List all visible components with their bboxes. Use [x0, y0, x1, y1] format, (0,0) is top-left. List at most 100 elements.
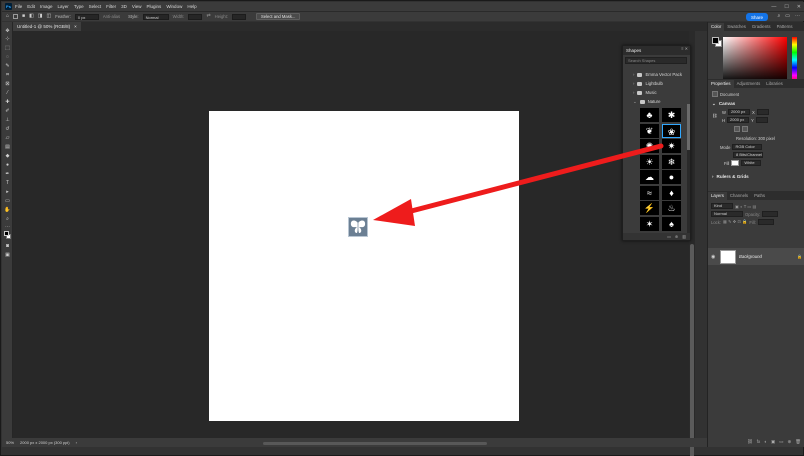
bit-depth-select[interactable]: 8 Bits/Channel [733, 152, 763, 158]
document-canvas[interactable] [209, 111, 519, 421]
fx-icon[interactable]: fx [757, 439, 761, 444]
history-brush-tool-icon[interactable]: ↺ [4, 126, 11, 132]
width-input[interactable] [188, 13, 203, 20]
color-picker-field[interactable] [723, 37, 787, 83]
link-layers-icon[interactable]: ⛓ [747, 439, 753, 445]
menu-3d[interactable]: 3D [121, 4, 127, 9]
rulers-grids-section-header[interactable]: › Rulers & Grids [712, 174, 749, 179]
panel-menu-icon[interactable]: ≡ ✕ [681, 46, 688, 51]
menu-view[interactable]: View [132, 4, 142, 9]
starburst-icon[interactable]: ✷ [662, 139, 681, 153]
menu-type[interactable]: Type [74, 4, 84, 9]
tree-icon[interactable]: ♣ [640, 108, 659, 122]
zoom-level[interactable]: 50% [6, 440, 14, 445]
crop-tool-icon[interactable]: ⌗ [4, 72, 11, 78]
shape-tool-icon[interactable]: ▭ [4, 198, 11, 204]
canvas-height-input[interactable]: 2000 px [727, 117, 750, 123]
lasso-tool-icon[interactable]: ◌ [4, 54, 11, 60]
tab-channels[interactable]: Channels [727, 192, 751, 200]
antialias-checkbox[interactable]: Anti-alias [103, 14, 120, 19]
frame-tool-icon[interactable]: ⊠ [4, 81, 11, 87]
canvas-width-input[interactable]: 2000 px [727, 109, 750, 115]
burst-icon[interactable]: ✺ [640, 139, 659, 153]
quick-mask-icon[interactable]: ◙ [4, 243, 11, 249]
style-select[interactable]: Normal [142, 13, 169, 20]
mode-select[interactable]: RGB Color [732, 144, 763, 150]
folder-nature[interactable]: ⌄ Nature [633, 98, 661, 105]
tab-adjustments[interactable]: Adjustments [734, 80, 764, 88]
gradient-tool-icon[interactable]: ▤ [4, 144, 11, 150]
shapes-panel-header[interactable]: Shapes ≡ ✕ [623, 46, 690, 55]
folder-music[interactable]: › Music [633, 89, 657, 96]
quick-select-tool-icon[interactable]: ✎ [4, 63, 11, 69]
select-and-mask-button[interactable]: Select and Mask... [255, 13, 301, 20]
brush-tool-icon[interactable]: ✐ [4, 108, 11, 114]
zoom-tool-icon[interactable]: ⌕ [4, 216, 11, 222]
subtract-selection-icon[interactable]: ◨ [38, 14, 43, 19]
healing-brush-tool-icon[interactable]: ✚ [4, 99, 11, 105]
landscape-icon[interactable] [742, 126, 748, 132]
share-button[interactable]: Share [746, 13, 768, 21]
menu-filter[interactable]: Filter [106, 4, 116, 9]
delete-shape-icon[interactable]: ▥ [682, 234, 686, 239]
clone-stamp-tool-icon[interactable]: ⊥ [4, 117, 11, 123]
butterfly-icon[interactable]: ❀ [662, 123, 681, 138]
marquee-tool-icon[interactable]: ⬚ [4, 45, 11, 51]
dodge-tool-icon[interactable]: ● [4, 162, 11, 168]
splash-icon[interactable]: ✶ [640, 216, 659, 231]
opacity-input[interactable] [762, 211, 779, 217]
vertical-scroll-thumb[interactable] [690, 244, 694, 456]
eye-icon[interactable]: ◉ [711, 254, 717, 260]
close-window-icon[interactable]: ✕ [797, 4, 801, 10]
canvas-section-header[interactable]: ⌄ Canvas [712, 101, 735, 107]
tab-libraries[interactable]: Libraries [763, 80, 785, 88]
waves-icon[interactable]: ≈ [640, 185, 659, 200]
new-group-icon[interactable]: ▭ [779, 439, 783, 445]
workspace-icon[interactable]: ▭ [785, 13, 790, 19]
grass-icon[interactable]: ✱ [662, 108, 681, 122]
filter-icons[interactable]: ▣ ◐ T ▭ ▤ [735, 204, 756, 209]
butterfly-shape-thumbnail[interactable] [348, 217, 368, 237]
new-layer-icon[interactable]: ⊕ [788, 439, 792, 445]
tab-layers[interactable]: Layers [708, 192, 727, 200]
new-selection-icon[interactable]: ■ [22, 14, 25, 19]
path-selection-tool-icon[interactable]: ▸ [4, 189, 11, 195]
tab-properties[interactable]: Properties [708, 80, 734, 88]
shapes-search-input[interactable]: Search Shapes [625, 57, 687, 64]
minimize-icon[interactable]: — [771, 4, 776, 10]
home-icon[interactable]: ⌂ [6, 14, 9, 19]
menu-edit[interactable]: Edit [27, 4, 35, 9]
screen-mode-icon[interactable]: ▣ [4, 252, 11, 258]
folder-emma-vector-pack[interactable]: › Emma Vector Pack [633, 71, 682, 78]
height-input[interactable] [231, 13, 246, 20]
fill-select[interactable]: White [741, 160, 762, 166]
tree2-icon[interactable]: ♠ [662, 216, 681, 231]
fill-pct-input[interactable] [757, 219, 774, 225]
fire-icon[interactable]: ♨ [662, 201, 681, 215]
search-icon[interactable]: ⌕ [777, 13, 780, 19]
tab-paths[interactable]: Paths [751, 192, 768, 200]
add-selection-icon[interactable]: ◧ [29, 14, 34, 19]
fill-color-swatch[interactable] [731, 160, 740, 166]
menu-help[interactable]: Help [187, 4, 196, 9]
hand-tool-icon[interactable]: ✋ [4, 207, 11, 213]
flame-icon[interactable]: ♦ [662, 185, 681, 200]
menu-select[interactable]: Select [89, 4, 102, 9]
marquee-preset-icon[interactable] [13, 14, 19, 19]
feather-input[interactable]: 0 px [74, 13, 99, 20]
layer-name[interactable]: Background [739, 254, 762, 259]
intersect-selection-icon[interactable]: ◫ [47, 14, 52, 19]
tab-patterns[interactable]: Patterns [774, 23, 796, 31]
menu-plugins[interactable]: Plugins [147, 4, 162, 9]
menu-window[interactable]: Window [166, 4, 182, 9]
menu-file[interactable]: File [15, 4, 22, 9]
blend-mode-select[interactable]: Normal [711, 211, 743, 217]
link-icon[interactable]: ⛓ [712, 113, 717, 119]
shapes-scrollbar[interactable] [687, 104, 690, 234]
leaf-icon[interactable]: ❦ [640, 123, 659, 138]
tab-gradients[interactable]: Gradients [749, 23, 774, 31]
horizontal-scroll-thumb[interactable] [263, 442, 487, 445]
layer-kind-filter[interactable]: Kind [711, 203, 733, 209]
status-arrow-icon[interactable]: › [76, 440, 77, 445]
color-swatches[interactable] [4, 231, 11, 239]
